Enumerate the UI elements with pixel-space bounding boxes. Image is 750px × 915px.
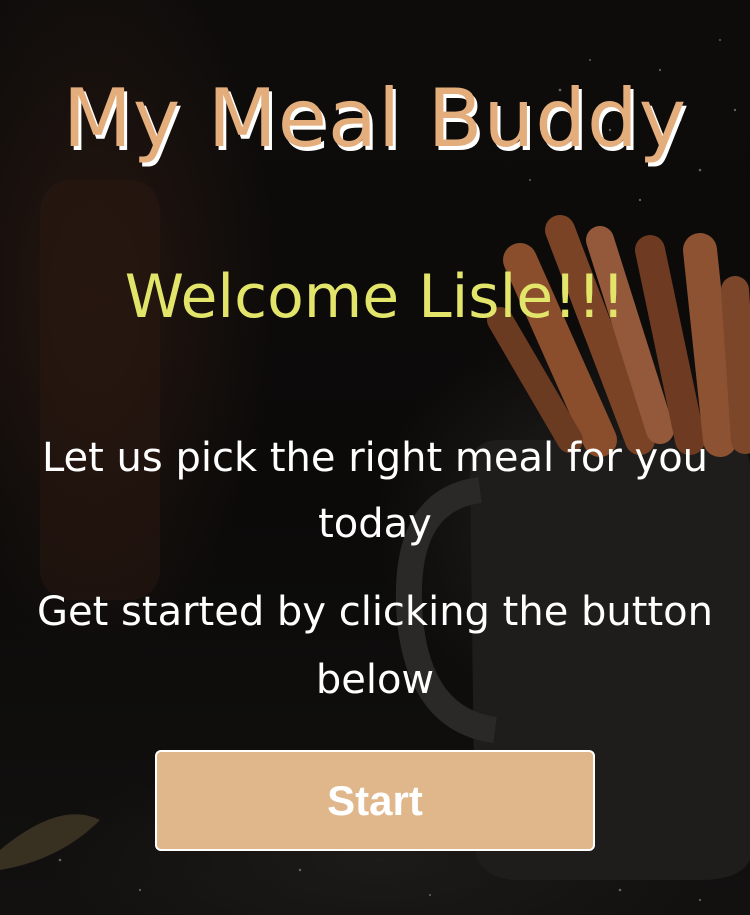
start-button[interactable]: Start (155, 750, 595, 851)
intro-text-get-started: Get started by clicking the button below (37, 589, 713, 703)
app-title: My Meal Buddy (62, 72, 688, 165)
landing-page: My Meal Buddy Welcome Lisle!!! Let us pi… (0, 0, 750, 915)
intro-text-pick-meal: Let us pick the right meal for you today (41, 435, 709, 547)
hero-content: My Meal Buddy Welcome Lisle!!! Let us pi… (0, 0, 750, 915)
welcome-heading: Welcome Lisle!!! (124, 262, 626, 332)
